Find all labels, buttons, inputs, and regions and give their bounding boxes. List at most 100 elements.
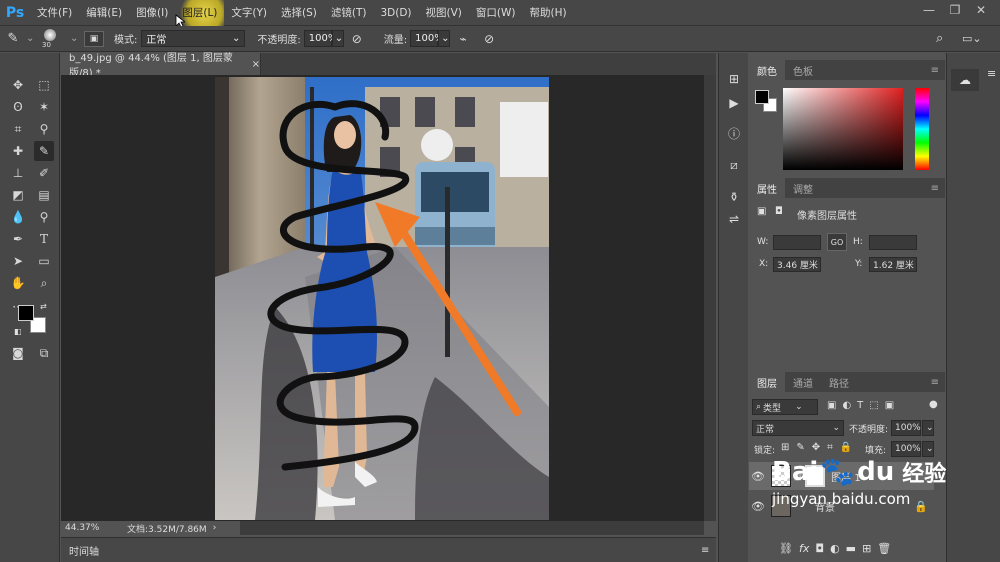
document-size-info[interactable]: 文档:3.52M/7.86M <box>127 522 207 535</box>
blend-mode-select[interactable]: 正常 ⌄ <box>752 420 844 436</box>
swap-colors-icon[interactable]: ⇄ <box>40 302 47 311</box>
actions-play-icon[interactable]: ▶ <box>724 93 744 113</box>
link-dimensions-icon[interactable]: GO <box>827 233 847 251</box>
hue-slider[interactable] <box>915 88 929 170</box>
panel-menu-icon[interactable]: ≡ <box>987 67 996 80</box>
mask-icon[interactable]: ◘ <box>815 542 824 555</box>
panel-menu-icon[interactable]: ≡ <box>701 545 709 556</box>
menu-item-0[interactable]: 文件(F) <box>30 0 79 26</box>
opacity-input[interactable]: 100% <box>303 30 337 47</box>
eyedropper-tool-icon[interactable]: ⚲ <box>34 119 54 139</box>
tab-swatches[interactable]: 色板 <box>785 60 821 80</box>
pen-tool-icon[interactable]: ✒ <box>8 229 28 249</box>
screen-mode-icon[interactable]: ⧉ <box>34 343 54 363</box>
lasso-tool-icon[interactable]: ʘ <box>8 97 28 117</box>
maximize-icon[interactable]: ❐ <box>942 0 968 20</box>
hand-tool-icon[interactable]: ✋ <box>8 273 28 293</box>
tab-paths[interactable]: 路径 <box>821 372 857 392</box>
timeline-tab[interactable]: 时间轴 <box>69 543 99 558</box>
gradient-tool-icon[interactable]: ▤ <box>34 185 54 205</box>
visibility-eye-icon[interactable]: 👁 <box>749 470 767 483</box>
foreground-color-swatch[interactable] <box>18 305 34 321</box>
brush-presets-icon[interactable]: ⚱ <box>724 187 744 207</box>
visibility-eye-icon[interactable]: 👁 <box>749 500 767 513</box>
close-tab-icon[interactable]: × <box>252 59 260 70</box>
menu-item-5[interactable]: 选择(S) <box>274 0 324 26</box>
dodge-tool-icon[interactable]: ⚲ <box>34 207 54 227</box>
rectangle-tool-icon[interactable]: ▭ <box>34 251 54 271</box>
tab-color[interactable]: 颜色 <box>749 60 785 80</box>
airbrush-icon[interactable]: ⌁ <box>450 32 476 46</box>
marquee-tool-icon[interactable]: ⬚ <box>34 75 54 95</box>
tab-properties[interactable]: 属性 <box>749 178 785 198</box>
path-selection-tool-icon[interactable]: ➤ <box>8 251 28 271</box>
panel-menu-icon[interactable]: ≡ <box>931 183 939 194</box>
chevron-right-icon[interactable]: › <box>213 523 217 533</box>
mode-select[interactable]: 正常 ⌄ <box>141 30 246 47</box>
info-icon[interactable]: ⓘ <box>724 123 744 143</box>
blur-tool-icon[interactable]: 💧 <box>8 207 28 227</box>
y-input[interactable]: 1.62 厘米 <box>869 257 917 272</box>
zoom-tool-icon[interactable]: ⌕ <box>34 273 54 293</box>
brush-tool-icon[interactable]: ✎ <box>0 31 26 46</box>
paragraph-panel-icon[interactable]: ⧄ <box>724 155 744 175</box>
chevron-down-icon[interactable]: ⌄ <box>331 30 344 47</box>
close-icon[interactable]: ✕ <box>968 0 994 20</box>
x-input[interactable]: 3.46 厘米 <box>773 257 821 272</box>
pressure-opacity-icon[interactable]: ⊘ <box>344 32 370 46</box>
zoom-level[interactable]: 44.37% <box>65 523 127 533</box>
lock-icons[interactable]: ⊞✎✥⌗🔒 <box>781 442 859 453</box>
pressure-size-icon[interactable]: ⊘ <box>476 32 502 46</box>
color-picker-field[interactable] <box>783 88 903 170</box>
vertical-scrollbar[interactable] <box>704 75 716 521</box>
foreground-color-swatch[interactable] <box>755 90 769 104</box>
minimize-icon[interactable]: — <box>916 0 942 20</box>
tab-adjustments[interactable]: 调整 <box>785 178 821 198</box>
magic-wand-tool-icon[interactable]: ✶ <box>34 97 54 117</box>
width-input[interactable] <box>773 235 821 250</box>
workspace-switcher-icon[interactable]: ▭⌄ <box>962 32 982 45</box>
fx-icon[interactable]: fx <box>799 542 809 555</box>
panel-menu-icon[interactable]: ≡ <box>931 377 939 388</box>
quick-mask-icon[interactable]: ◙ <box>8 343 28 363</box>
menu-item-9[interactable]: 窗口(W) <box>469 0 523 26</box>
chevron-down-icon[interactable]: ⌄ <box>70 33 84 44</box>
tab-channels[interactable]: 通道 <box>785 372 821 392</box>
horizontal-scrollbar[interactable] <box>240 521 704 535</box>
mask-icon[interactable]: ◘ <box>775 206 783 217</box>
chevron-down-icon[interactable]: ⌄ <box>438 30 451 47</box>
move-tool-icon[interactable]: ✥ <box>8 75 28 95</box>
creative-cloud-icon[interactable]: ☁ <box>951 69 979 91</box>
panel-menu-icon[interactable]: ≡ <box>931 65 939 76</box>
document-canvas-image[interactable] <box>215 77 549 520</box>
healing-brush-tool-icon[interactable]: ✚ <box>8 141 28 161</box>
default-colors-icon[interactable]: ◧ <box>14 327 22 336</box>
eraser-tool-icon[interactable]: ◩ <box>8 185 28 205</box>
document-tab[interactable]: b_49.jpg @ 44.4% (图层 1, 图层蒙版/8) * × <box>61 53 261 79</box>
history-brush-tool-icon[interactable]: ✐ <box>34 163 54 183</box>
flow-input[interactable]: 100% <box>410 30 444 47</box>
menu-item-4[interactable]: 文字(Y) <box>224 0 274 26</box>
folder-icon[interactable]: ▬ <box>846 542 856 555</box>
menu-item-10[interactable]: 帮助(H) <box>523 0 574 26</box>
history-panel-icon[interactable]: ⊞ <box>724 69 744 89</box>
height-input[interactable] <box>869 235 917 250</box>
new-layer-icon[interactable]: ⊞ <box>862 542 871 555</box>
filter-toggle-icon[interactable]: ● <box>929 399 938 410</box>
tool-presets-icon[interactable]: ⇌ <box>724 209 744 229</box>
chevron-down-icon[interactable]: ⌄ <box>26 33 36 44</box>
trash-icon[interactable]: 🗑 <box>877 542 891 555</box>
crop-tool-icon[interactable]: ⌗ <box>8 119 28 139</box>
menu-item-7[interactable]: 3D(D) <box>373 0 418 26</box>
brush-panel-toggle-icon[interactable]: ▣ <box>84 30 104 47</box>
menu-item-8[interactable]: 视图(V) <box>419 0 469 26</box>
adjustment-icon[interactable]: ◐ <box>830 542 840 555</box>
chevron-down-icon[interactable]: ⌄ <box>922 420 934 436</box>
link-icon[interactable]: ⛓ <box>779 542 793 555</box>
brush-tool-icon[interactable]: ✎ <box>34 141 54 161</box>
clone-stamp-tool-icon[interactable]: ⊥ <box>8 163 28 183</box>
layer-filter-select[interactable]: ⌕ 类型 ⌄ <box>752 399 818 415</box>
tab-layers[interactable]: 图层 <box>749 372 785 392</box>
menu-item-6[interactable]: 滤镜(T) <box>324 0 374 26</box>
search-icon[interactable]: ⌕ <box>936 31 943 46</box>
